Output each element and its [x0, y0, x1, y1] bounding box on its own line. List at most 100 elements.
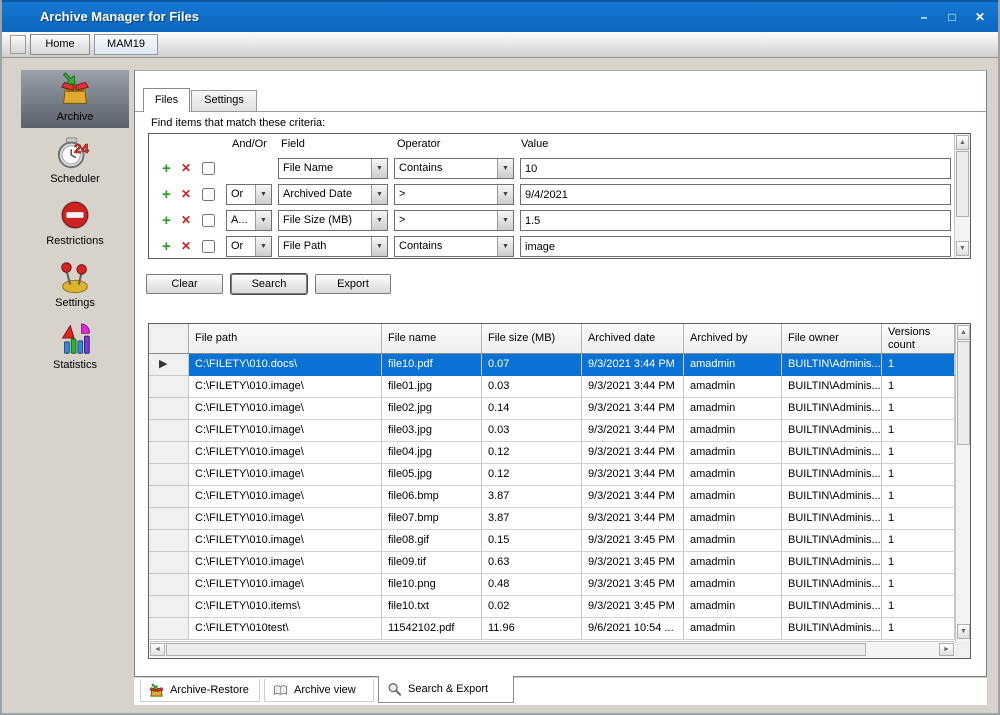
field-combo[interactable]: Archived Date▼ — [278, 184, 388, 205]
remove-criteria-icon[interactable]: ✕ — [181, 239, 191, 253]
field-combo[interactable]: File Name▼ — [278, 158, 388, 179]
maximize-button[interactable]: □ — [942, 7, 962, 27]
export-button[interactable]: Export — [315, 274, 391, 294]
criteria-checkbox[interactable] — [202, 240, 215, 253]
scroll-down-icon[interactable]: ▼ — [957, 624, 970, 639]
table-row[interactable]: C:\FILETY\010test\11542102.pdf11.969/6/2… — [149, 618, 955, 640]
value-input[interactable] — [520, 158, 951, 179]
chevron-down-icon[interactable]: ▼ — [371, 211, 387, 230]
andor-combo[interactable]: Or▼ — [226, 236, 272, 257]
scroll-up-icon[interactable]: ▲ — [956, 135, 969, 150]
chevron-down-icon[interactable]: ▼ — [497, 185, 513, 204]
chevron-down-icon[interactable]: ▼ — [497, 237, 513, 256]
scrollbar-thumb[interactable] — [956, 151, 969, 217]
toolbar-grip-button[interactable] — [10, 35, 26, 54]
minimize-button[interactable]: – — [914, 7, 934, 27]
chevron-down-icon[interactable]: ▼ — [371, 185, 387, 204]
column-header-file-name[interactable]: File name — [382, 324, 482, 353]
criteria-checkbox[interactable] — [202, 162, 215, 175]
column-header-versions-count[interactable]: Versions count — [882, 324, 955, 353]
column-header-file-owner[interactable]: File owner — [782, 324, 882, 353]
table-row[interactable]: C:\FILETY\010.image\file05.jpg0.129/3/20… — [149, 464, 955, 486]
table-row[interactable]: C:\FILETY\010.image\file06.bmp3.879/3/20… — [149, 486, 955, 508]
andor-combo[interactable]: A...▼ — [226, 210, 272, 231]
row-selector-cell[interactable] — [149, 464, 189, 486]
sidebar-item-statistics[interactable]: Statistics — [21, 318, 129, 376]
table-row[interactable]: C:\FILETY\010.image\file07.bmp3.879/3/20… — [149, 508, 955, 530]
search-button[interactable]: Search — [231, 274, 307, 294]
chevron-down-icon[interactable]: ▼ — [255, 185, 271, 204]
table-row[interactable]: C:\FILETY\010.image\file09.tif0.639/3/20… — [149, 552, 955, 574]
chevron-down-icon[interactable]: ▼ — [255, 237, 271, 256]
close-button[interactable]: ✕ — [970, 7, 990, 27]
chevron-down-icon[interactable]: ▼ — [497, 159, 513, 178]
criteria-scrollbar[interactable]: ▲ ▼ — [954, 134, 970, 258]
table-row[interactable]: C:\FILETY\010.image\file04.jpg0.129/3/20… — [149, 442, 955, 464]
column-header-archived-by[interactable]: Archived by — [684, 324, 782, 353]
column-header-archived-date[interactable]: Archived date — [582, 324, 684, 353]
andor-combo[interactable]: Or▼ — [226, 184, 272, 205]
table-row[interactable]: C:\FILETY\010.image\file08.gif0.159/3/20… — [149, 530, 955, 552]
scroll-left-icon[interactable]: ◄ — [150, 643, 165, 656]
add-criteria-icon[interactable]: + — [162, 160, 171, 177]
column-header-file-size-mb[interactable]: File size (MB) — [482, 324, 582, 353]
operator-combo[interactable]: >▼ — [394, 184, 514, 205]
remove-criteria-icon[interactable]: ✕ — [181, 187, 191, 201]
table-row[interactable]: C:\FILETY\010.items\file10.txt0.029/3/20… — [149, 596, 955, 618]
bottom-tab-search-export[interactable]: Search & Export — [378, 676, 514, 703]
add-criteria-icon[interactable]: + — [162, 186, 171, 203]
remove-criteria-icon[interactable]: ✕ — [181, 161, 191, 175]
row-selector-cell[interactable]: ▶ — [149, 354, 189, 376]
table-horizontal-scrollbar[interactable]: ◄ ► — [149, 641, 955, 658]
row-selector-cell[interactable] — [149, 530, 189, 552]
scrollbar-thumb[interactable] — [166, 643, 866, 656]
table-row[interactable]: C:\FILETY\010.image\file02.jpg0.149/3/20… — [149, 398, 955, 420]
table-row[interactable]: C:\FILETY\010.image\file01.jpg0.039/3/20… — [149, 376, 955, 398]
row-selector-cell[interactable] — [149, 552, 189, 574]
row-selector-cell[interactable] — [149, 376, 189, 398]
bottom-tab-archive-restore[interactable]: Archive-Restore — [140, 679, 260, 702]
chevron-down-icon[interactable]: ▼ — [255, 211, 271, 230]
value-input[interactable] — [520, 184, 951, 205]
row-selector-cell[interactable] — [149, 574, 189, 596]
row-selector-cell[interactable] — [149, 596, 189, 618]
add-criteria-icon[interactable]: + — [162, 212, 171, 229]
operator-combo[interactable]: Contains▼ — [394, 236, 514, 257]
table-row[interactable]: C:\FILETY\010.image\file10.png0.489/3/20… — [149, 574, 955, 596]
row-selector-cell[interactable] — [149, 398, 189, 420]
remove-criteria-icon[interactable]: ✕ — [181, 213, 191, 227]
table-vertical-scrollbar[interactable]: ▲ ▼ — [955, 324, 970, 641]
value-input[interactable] — [520, 236, 951, 257]
tab-settings[interactable]: Settings — [191, 90, 257, 111]
row-selector-cell[interactable] — [149, 486, 189, 508]
sidebar-item-scheduler[interactable]: 24Scheduler — [21, 132, 129, 190]
scrollbar-thumb[interactable] — [957, 341, 970, 445]
home-button[interactable]: Home — [30, 34, 90, 55]
sidebar-item-restrictions[interactable]: Restrictions — [21, 194, 129, 252]
row-selector-cell[interactable] — [149, 420, 189, 442]
mam19-button[interactable]: MAM19 — [94, 34, 158, 55]
scroll-up-icon[interactable]: ▲ — [957, 325, 970, 340]
add-criteria-icon[interactable]: + — [162, 238, 171, 255]
column-header-file-path[interactable]: File path — [189, 324, 382, 353]
field-combo[interactable]: File Size (MB)▼ — [278, 210, 388, 231]
value-input[interactable] — [520, 210, 951, 231]
sidebar-item-archive[interactable]: Archive — [21, 70, 129, 128]
field-combo[interactable]: File Path▼ — [278, 236, 388, 257]
bottom-tab-archive-view[interactable]: Archive view — [264, 679, 374, 702]
row-selector-cell[interactable] — [149, 618, 189, 640]
criteria-checkbox[interactable] — [202, 188, 215, 201]
scroll-down-icon[interactable]: ▼ — [956, 241, 969, 256]
table-row[interactable]: C:\FILETY\010.image\file03.jpg0.039/3/20… — [149, 420, 955, 442]
chevron-down-icon[interactable]: ▼ — [371, 237, 387, 256]
table-row[interactable]: ▶C:\FILETY\010.docs\file10.pdf0.079/3/20… — [149, 354, 955, 376]
scroll-right-icon[interactable]: ► — [939, 643, 954, 656]
row-selector-cell[interactable] — [149, 442, 189, 464]
operator-combo[interactable]: Contains▼ — [394, 158, 514, 179]
row-selector-cell[interactable] — [149, 508, 189, 530]
operator-combo[interactable]: >▼ — [394, 210, 514, 231]
chevron-down-icon[interactable]: ▼ — [371, 159, 387, 178]
criteria-checkbox[interactable] — [202, 214, 215, 227]
chevron-down-icon[interactable]: ▼ — [497, 211, 513, 230]
sidebar-item-settings[interactable]: Settings — [21, 256, 129, 314]
